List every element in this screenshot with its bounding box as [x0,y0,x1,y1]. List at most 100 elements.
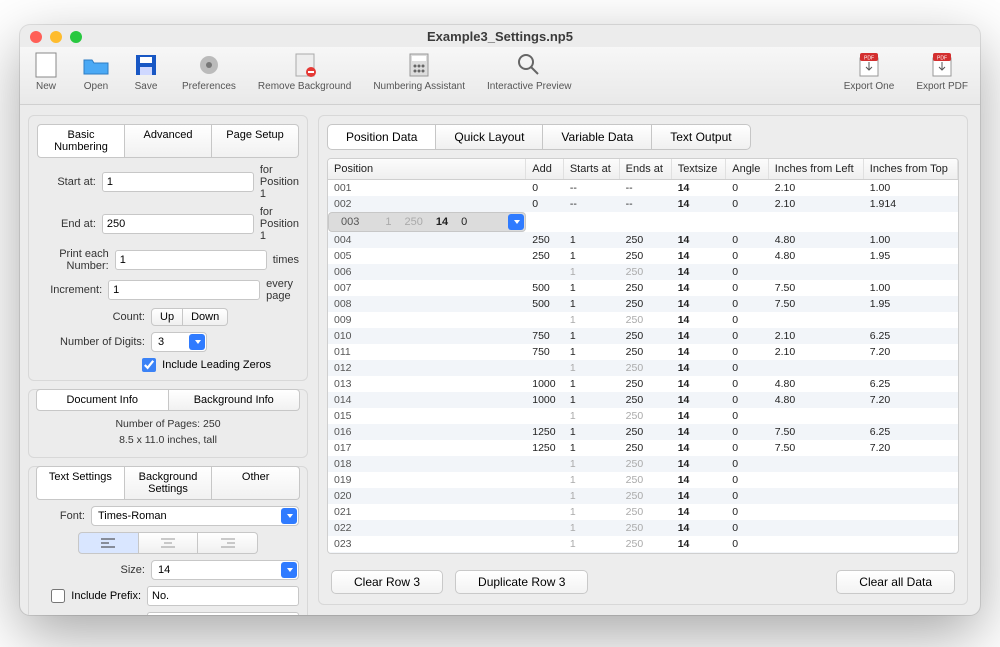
leading-zeros-checkbox[interactable]: Include Leading Zeros [142,358,271,372]
table-cell[interactable]: 1 [563,232,619,248]
table-cell[interactable]: 250 [619,280,671,296]
table-cell[interactable]: 1.00 [863,232,957,248]
table-cell[interactable]: 250 [619,536,671,552]
table-cell[interactable]: 250 [619,312,671,328]
interactive-preview-button[interactable]: Interactive Preview [487,51,571,92]
tab-advanced[interactable]: Advanced [125,124,212,158]
table-cell[interactable] [768,264,863,280]
count-up-button[interactable]: Up [151,308,183,326]
table-cell[interactable]: 1 [563,360,619,376]
table-cell[interactable]: 1.00 [863,280,957,296]
table-row[interactable]: 0061250140 [328,264,958,280]
table-cell[interactable]: 250 [619,232,671,248]
prefix-input[interactable] [147,586,299,606]
table-cell[interactable]: 250 [619,360,671,376]
tab-text-output[interactable]: Text Output [652,124,750,150]
table-cell[interactable]: 250 [619,408,671,424]
table-cell[interactable]: 0 [726,328,769,344]
start-at-input[interactable] [102,172,254,192]
table-cell[interactable]: 1 [563,552,619,553]
table-cell[interactable]: 2.10 [768,344,863,360]
table-cell[interactable]: 7.20 [863,392,957,408]
table-cell[interactable]: 1 [563,344,619,360]
tab-text-settings[interactable]: Text Settings [36,466,125,500]
table-row[interactable]: 0201250140 [328,488,958,504]
table-cell[interactable]: 6.25 [863,376,957,392]
table-cell[interactable]: 250 [619,440,671,456]
table-cell[interactable]: 250 [619,488,671,504]
table-cell[interactable]: 14 [671,520,726,536]
table-cell[interactable]: 250 [619,520,671,536]
table-cell[interactable]: 250 [619,264,671,280]
table-cell[interactable]: 1.00 [863,180,957,197]
table-cell[interactable]: 4.80 [768,232,863,248]
table-row[interactable]: 0191250140 [328,472,958,488]
table-cell[interactable]: 0 [726,280,769,296]
table-cell[interactable] [526,488,564,504]
table-cell[interactable]: 14 [671,392,726,408]
table-cell[interactable]: 1 [563,520,619,536]
column-header[interactable]: Angle [726,159,769,180]
column-header[interactable]: Inches from Top [863,159,957,180]
table-cell[interactable]: 1250 [526,424,564,440]
table-cell[interactable]: 0 [726,312,769,328]
table-cell[interactable]: 14 [671,264,726,280]
table-cell[interactable]: 250 [526,248,564,264]
numbering-assistant-button[interactable]: Numbering Assistant [373,51,465,92]
table-cell[interactable]: -- [563,180,619,197]
table-cell[interactable]: 0 [726,264,769,280]
table-cell[interactable]: 14 [671,248,726,264]
table-cell[interactable]: 008 [328,296,526,312]
column-header[interactable]: Textsize [671,159,726,180]
table-cell[interactable]: 1 [563,488,619,504]
table-cell[interactable]: 14 [671,328,726,344]
table-row[interactable]: 017125012501407.507.20 [328,440,958,456]
table-cell[interactable]: 011 [328,344,526,360]
column-header[interactable]: Starts at [563,159,619,180]
table-cell[interactable] [863,488,957,504]
table-cell[interactable] [526,312,564,328]
table-cell[interactable]: 0 [726,232,769,248]
table-row[interactable]: 014100012501404.807.20 [328,392,958,408]
table-row[interactable]: 00750012501407.501.00 [328,280,958,296]
table-cell[interactable]: 14 [671,312,726,328]
table-cell[interactable]: 1000 [526,392,564,408]
table-cell[interactable]: 250 [619,344,671,360]
table-cell[interactable]: -- [619,196,671,212]
table-cell[interactable] [526,504,564,520]
table-cell[interactable]: 0 [726,408,769,424]
table-cell[interactable] [863,264,957,280]
table-row[interactable]: 0121250140 [328,360,958,376]
close-window-button[interactable] [30,31,42,43]
table-cell[interactable] [863,504,957,520]
table-cell[interactable]: 0 [726,440,769,456]
table-cell[interactable]: 14 [671,376,726,392]
table-cell[interactable]: 14 [671,196,726,212]
table-cell[interactable]: 0 [526,196,564,212]
table-row[interactable]: 00425012501404.801.00 [328,232,958,248]
count-down-button[interactable]: Down [183,308,228,326]
table-cell[interactable]: 250 [619,424,671,440]
include-prefix-checkbox[interactable]: Include Prefix: [37,589,141,603]
table-cell[interactable]: 1 [563,536,619,552]
table-cell[interactable] [526,552,564,553]
tab-document-info[interactable]: Document Info [36,389,169,411]
table-cell[interactable]: 021 [328,504,526,520]
tab-other[interactable]: Other [212,466,300,500]
digits-select[interactable]: 3 [151,332,207,352]
table-cell[interactable]: 250 [619,248,671,264]
table-cell[interactable] [863,456,957,472]
align-right-button[interactable] [198,532,258,554]
table-cell[interactable]: 0 [726,344,769,360]
size-select[interactable]: 14 [151,560,299,580]
table-cell[interactable]: 14 [671,180,726,197]
table-cell[interactable]: 250 [398,214,429,230]
font-select[interactable]: Times-Roman [91,506,299,526]
table-cell[interactable] [768,408,863,424]
table-row[interactable]: 0151250140 [328,408,958,424]
table-cell[interactable]: 1 [563,296,619,312]
table-row[interactable]: 016125012501407.506.25 [328,424,958,440]
table-cell[interactable]: 7.50 [768,280,863,296]
align-center-button[interactable] [139,532,199,554]
table-cell[interactable] [863,408,957,424]
